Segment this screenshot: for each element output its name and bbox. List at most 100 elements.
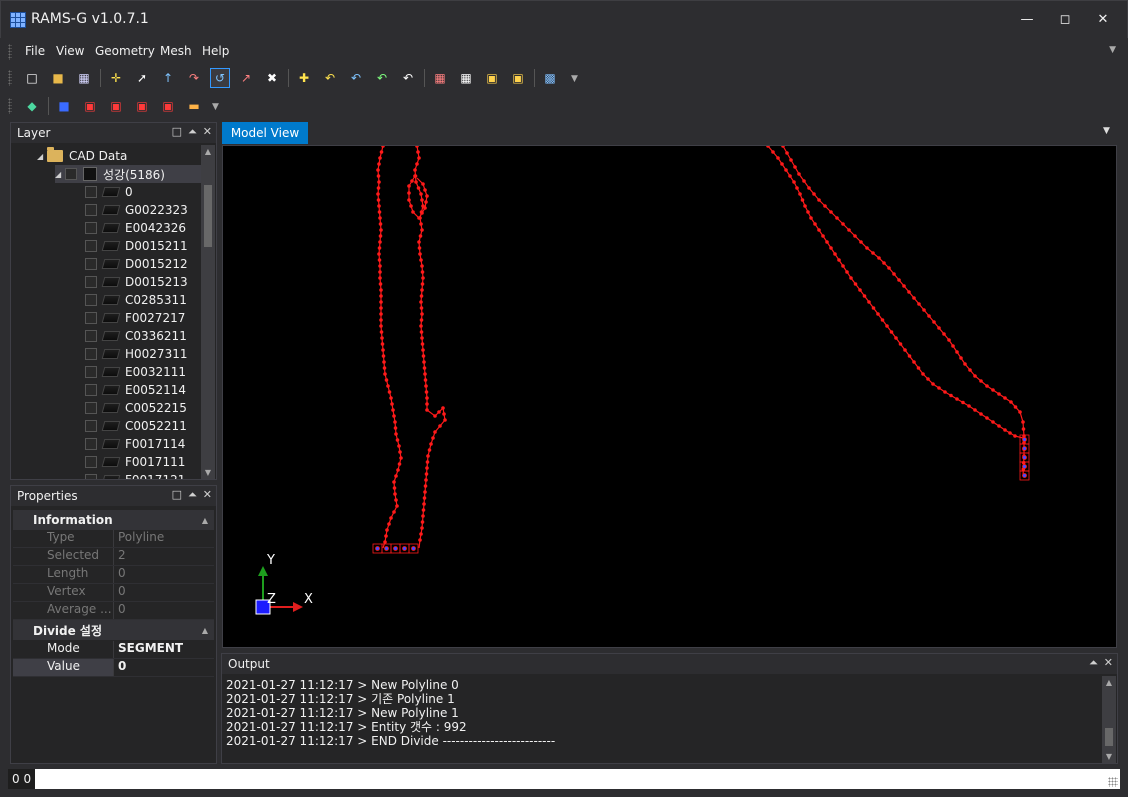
tab-model-view[interactable]: Model View xyxy=(222,122,308,144)
toolbar-grip-icon[interactable] xyxy=(8,98,12,114)
toolbar-grip-icon[interactable] xyxy=(8,70,12,86)
select-cursor-icon[interactable]: ➚ xyxy=(132,68,152,88)
prop-row-mode[interactable]: Mode SEGMENT xyxy=(13,641,214,659)
scroll-up-icon[interactable]: ▲ xyxy=(201,147,215,156)
scroll-thumb[interactable] xyxy=(204,185,212,247)
layer-item[interactable]: F0017111 xyxy=(85,453,185,471)
cad-polyline[interactable] xyxy=(414,145,446,549)
tab-dropdown-icon[interactable]: ▼ xyxy=(1103,126,1110,136)
layer-checkbox[interactable] xyxy=(85,420,97,432)
tree-group[interactable]: ◢ 성강(5186) xyxy=(55,165,201,183)
collapse-icon[interactable]: ▲ xyxy=(202,626,208,635)
curve-merge-icon[interactable]: ↶ xyxy=(372,68,392,88)
box-top-icon[interactable]: ▣ xyxy=(132,96,152,116)
layer-item[interactable]: D0015211 xyxy=(85,237,188,255)
menu-overflow-icon[interactable]: ▼ xyxy=(1109,45,1116,55)
mesh-convert-icon[interactable]: ▣ xyxy=(508,68,528,88)
layer-item[interactable]: E0042326 xyxy=(85,219,186,237)
layer-checkbox[interactable] xyxy=(85,348,97,360)
save-icon[interactable]: ▦ xyxy=(74,68,94,88)
resize-grip-icon[interactable] xyxy=(1108,777,1118,787)
maximize-button[interactable]: ◻ xyxy=(1054,9,1076,31)
collapse-icon[interactable]: ▲ xyxy=(202,516,208,525)
window-restore-icon[interactable]: □ xyxy=(172,488,182,502)
layer-item[interactable]: C0052211 xyxy=(85,417,187,435)
model-view-canvas[interactable]: Y X Z xyxy=(222,144,1117,648)
open-folder-icon[interactable]: ■ xyxy=(48,68,68,88)
close-icon[interactable]: ✕ xyxy=(1104,656,1113,670)
prop-row-value[interactable]: Value 0 xyxy=(13,659,214,677)
point-add-icon[interactable]: ✚ xyxy=(294,68,314,88)
image-view-icon[interactable]: ▩ xyxy=(540,68,560,88)
layer-checkbox[interactable] xyxy=(85,384,97,396)
menu-geometry[interactable]: Geometry xyxy=(95,44,155,58)
close-icon[interactable]: ✕ xyxy=(203,488,212,502)
arrow-up-icon[interactable]: ↑ xyxy=(158,68,178,88)
layer-item[interactable]: F0017114 xyxy=(85,435,185,453)
layer-item[interactable]: G0022323 xyxy=(85,201,188,219)
ruler-icon[interactable]: ▬ xyxy=(184,96,204,116)
select-point-icon[interactable]: ✛ xyxy=(106,68,126,88)
menu-help[interactable]: Help xyxy=(202,44,229,58)
scroll-down-icon[interactable]: ▼ xyxy=(1102,752,1116,761)
menu-mesh[interactable]: Mesh xyxy=(160,44,192,58)
window-restore-icon[interactable]: □ xyxy=(172,125,182,139)
mesh-refine-icon[interactable]: ▣ xyxy=(482,68,502,88)
layer-item[interactable]: D0015213 xyxy=(85,273,188,291)
layer-checkbox[interactable] xyxy=(85,222,97,234)
output-scrollbar[interactable]: ▲ ▼ xyxy=(1102,676,1116,763)
curve-remove-icon[interactable]: ↶ xyxy=(398,68,418,88)
toolbar-overflow-icon[interactable]: ▼ xyxy=(571,74,578,84)
layer-item[interactable]: E0032111 xyxy=(85,363,186,381)
layer-item[interactable]: C0285311 xyxy=(85,291,187,309)
layer-checkbox[interactable] xyxy=(85,438,97,450)
layer-checkbox[interactable] xyxy=(85,330,97,342)
layer-item[interactable]: 0 xyxy=(85,183,133,201)
layer-checkbox[interactable] xyxy=(85,204,97,216)
layer-checkbox[interactable] xyxy=(85,186,97,198)
layer-item[interactable]: F0017121 xyxy=(85,471,185,479)
cad-drawing[interactable]: Y X Z xyxy=(223,144,1116,647)
pin-icon[interactable]: ⏶ xyxy=(188,125,197,139)
curve-edit-icon[interactable]: ↷ xyxy=(184,68,204,88)
information-section[interactable]: Information ▲ xyxy=(13,510,214,530)
layer-scrollbar[interactable]: ▲ ▼ xyxy=(201,145,215,479)
close-button[interactable]: ✕ xyxy=(1092,9,1114,31)
layer-checkbox[interactable] xyxy=(85,294,97,306)
layer-item[interactable]: D0015212 xyxy=(85,255,188,273)
divide-section[interactable]: Divide 설정 ▲ xyxy=(13,620,214,640)
close-icon[interactable]: ✕ xyxy=(203,125,212,139)
delete-node-icon[interactable]: ✖ xyxy=(262,68,282,88)
polyline-tool-icon[interactable]: ↺ xyxy=(210,68,230,88)
layer-checkbox[interactable] xyxy=(85,276,97,288)
scroll-down-icon[interactable]: ▼ xyxy=(201,468,215,477)
minimize-button[interactable]: — xyxy=(1016,9,1038,31)
box-blue-icon[interactable]: ■ xyxy=(54,96,74,116)
cad-polyline[interactable] xyxy=(767,145,1024,439)
layer-checkbox[interactable] xyxy=(85,312,97,324)
layer-checkbox[interactable] xyxy=(85,456,97,468)
mesh-quad-icon[interactable]: ▦ xyxy=(456,68,476,88)
pin-icon[interactable]: ⏶ xyxy=(1089,656,1098,670)
menu-grip-icon[interactable] xyxy=(8,44,12,60)
scroll-thumb[interactable] xyxy=(1105,728,1113,746)
new-file-icon[interactable]: □ xyxy=(22,68,42,88)
curve-join-icon[interactable]: ↶ xyxy=(346,68,366,88)
tree-root-cad-data[interactable]: ◢ CAD Data xyxy=(37,147,127,165)
layer-checkbox[interactable] xyxy=(85,402,97,414)
pin-icon[interactable]: ⏶ xyxy=(188,488,197,502)
box-front-icon[interactable]: ▣ xyxy=(80,96,100,116)
menu-file[interactable]: File xyxy=(25,44,45,58)
curve-add-icon[interactable]: ↶ xyxy=(320,68,340,88)
layer-refresh-icon[interactable]: ◆ xyxy=(22,96,42,116)
layer-checkbox[interactable] xyxy=(65,168,77,180)
cad-polyline[interactable] xyxy=(377,145,402,549)
layer-item[interactable]: H0027311 xyxy=(85,345,187,363)
box-back-icon[interactable]: ▣ xyxy=(158,96,178,116)
layer-checkbox[interactable] xyxy=(85,474,97,479)
layer-checkbox[interactable] xyxy=(85,240,97,252)
menu-view[interactable]: View xyxy=(56,44,84,58)
mesh-grid-icon[interactable]: ▦ xyxy=(430,68,450,88)
layer-item[interactable]: E0052114 xyxy=(85,381,186,399)
expand-arrow-icon[interactable]: ◢ xyxy=(37,152,47,161)
